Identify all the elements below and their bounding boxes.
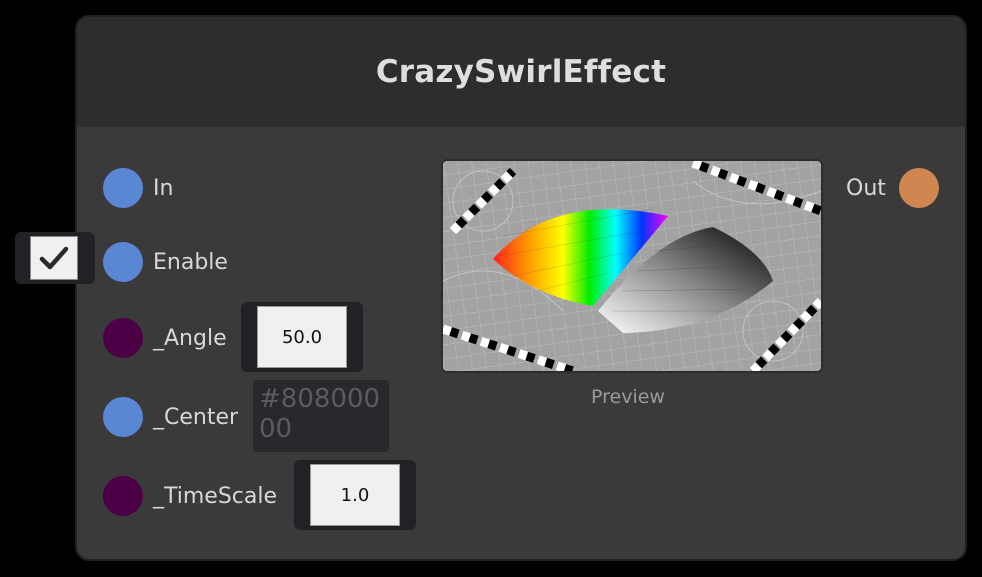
node-header[interactable]: CrazySwirlEffect [77, 17, 965, 127]
port-label-angle: _Angle [153, 326, 227, 351]
preview-render [443, 161, 821, 371]
timescale-input[interactable]: 1.0 [310, 464, 400, 526]
port-in[interactable] [103, 168, 143, 208]
port-out[interactable] [899, 168, 939, 208]
node-title: CrazySwirlEffect [375, 54, 667, 90]
port-label-in: In [153, 176, 174, 201]
preview-label: Preview [591, 386, 665, 408]
checkmark-icon [39, 246, 69, 270]
port-label-center: _Center [153, 405, 239, 430]
port-label-enable: Enable [153, 250, 228, 275]
port-timescale[interactable] [103, 476, 143, 516]
port-label-out: Out [846, 176, 886, 201]
angle-input[interactable]: 50.0 [257, 306, 347, 368]
port-center[interactable] [103, 397, 143, 437]
port-angle[interactable] [103, 318, 143, 358]
enable-checkbox-container [15, 232, 95, 284]
preview-image [441, 159, 823, 373]
center-color-field[interactable]: #80800000 [253, 380, 389, 452]
port-enable[interactable] [103, 242, 143, 282]
enable-checkbox[interactable] [30, 236, 78, 280]
port-label-timescale: _TimeScale [153, 484, 278, 509]
